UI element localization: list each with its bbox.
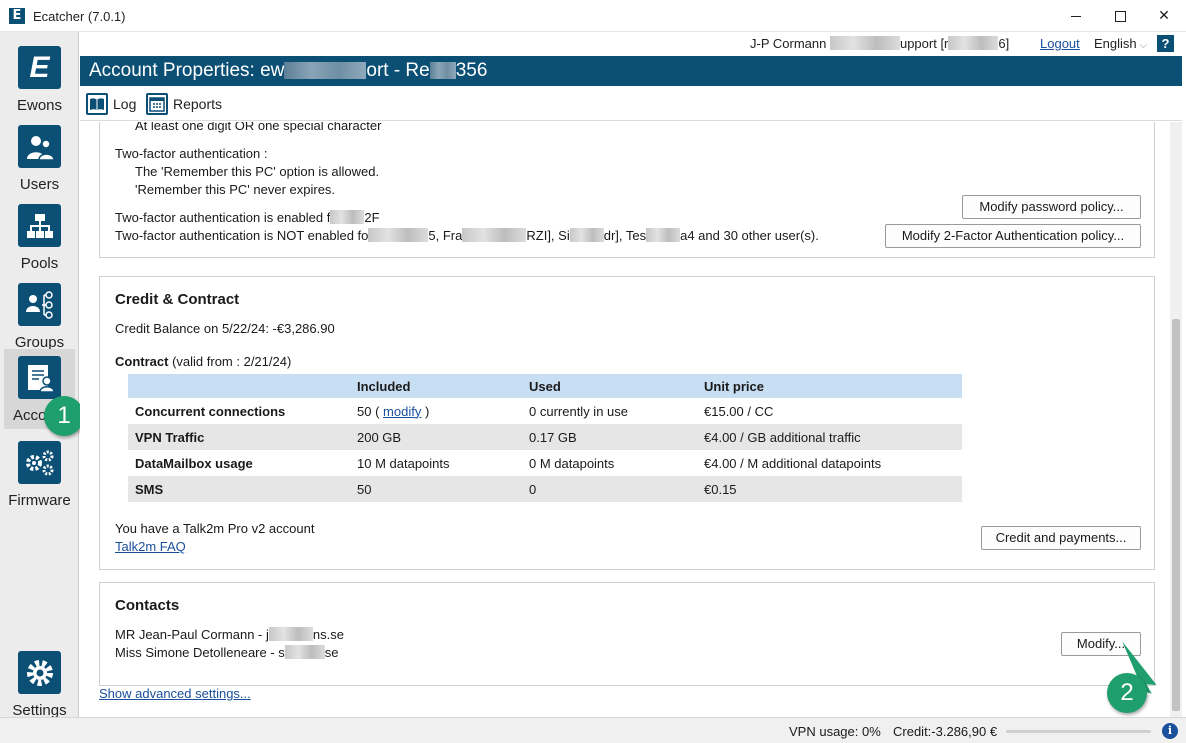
column-header: Included bbox=[350, 374, 522, 398]
close-button[interactable]: ✕ bbox=[1142, 0, 1186, 32]
page-title: Account Properties: ew ort - Re 356 bbox=[80, 56, 1182, 86]
redacted-text bbox=[330, 210, 365, 224]
book-icon bbox=[86, 93, 108, 115]
minimize-button[interactable] bbox=[1054, 0, 1098, 32]
callout-marker-1: 1 bbox=[44, 396, 84, 436]
status-bar: VPN usage: 0% Credit:-3.286,90 € i bbox=[0, 717, 1186, 743]
redacted-text bbox=[829, 36, 900, 50]
content-area: At least one digit OR one special charac… bbox=[80, 122, 1170, 717]
user-name: J-P Cormann upport [r 6] bbox=[750, 36, 1010, 51]
scrollbar-thumb[interactable] bbox=[1172, 319, 1180, 711]
tfa-enabled-users: Two-factor authentication is enabled f 2F bbox=[115, 210, 380, 225]
sidebar-item-firmware[interactable]: Firmware bbox=[4, 434, 75, 513]
redacted-text bbox=[948, 36, 999, 50]
redacted-text bbox=[569, 228, 604, 242]
credit-contract-panel: Credit & Contract Credit Balance on 5/22… bbox=[99, 276, 1155, 570]
contacts-title: Contacts bbox=[115, 597, 180, 614]
tfa-heading: Two-factor authentication : bbox=[115, 146, 268, 161]
sidebar: E Ewons Users Pools Groups Acco Firmware bbox=[0, 32, 79, 719]
contacts-panel: Contacts MR Jean-Paul Cormann - j ns.se M… bbox=[99, 582, 1155, 686]
ecatcher-logo-icon: E bbox=[9, 8, 25, 24]
credit-status: Credit:-3.286,90 € bbox=[893, 724, 998, 739]
credit-balance: Credit Balance on 5/22/24: -€3,286.90 bbox=[115, 321, 335, 336]
contract-heading: Contract (valid from : 2/21/24) bbox=[115, 354, 292, 369]
callout-marker-2: 2 bbox=[1107, 673, 1147, 713]
users-icon bbox=[18, 125, 61, 168]
sidebar-item-label: Users bbox=[19, 176, 60, 193]
contact-1: MR Jean-Paul Cormann - j ns.se bbox=[115, 627, 344, 642]
help-icon[interactable]: ? bbox=[1157, 35, 1174, 52]
logout-link[interactable]: Logout bbox=[1040, 36, 1080, 51]
redacted-text bbox=[284, 62, 367, 79]
sidebar-item-pools[interactable]: Pools bbox=[4, 197, 75, 276]
reports-button[interactable]: Reports bbox=[146, 92, 222, 116]
toolbar: Log Reports bbox=[80, 87, 1182, 121]
chevron-down-icon: ⌵ bbox=[1139, 40, 1148, 51]
title-bar: E Ecatcher (7.0.1) ✕ bbox=[0, 0, 1186, 32]
tfa-remember-allowed: The 'Remember this PC' option is allowed… bbox=[135, 164, 380, 179]
redacted-text bbox=[368, 228, 429, 242]
pools-icon bbox=[18, 204, 61, 247]
sidebar-item-groups[interactable]: Groups bbox=[4, 276, 75, 355]
table-row: Concurrent connections 50 ( modify ) 0 c… bbox=[135, 403, 774, 419]
window-title: Ecatcher (7.0.1) bbox=[33, 9, 126, 24]
redacted-text bbox=[284, 645, 325, 659]
redacted-text bbox=[429, 62, 456, 79]
account-icon bbox=[18, 356, 61, 399]
sidebar-item-ewons[interactable]: E Ewons bbox=[4, 39, 75, 118]
contact-2: Miss Simone Detolleneare - s se bbox=[115, 645, 339, 660]
tfa-not-enabled-users: Two-factor authentication is NOT enabled… bbox=[115, 228, 819, 243]
sidebar-item-label: Firmware bbox=[8, 492, 71, 509]
progress-bar bbox=[1006, 730, 1151, 733]
modify-connections-link[interactable]: modify bbox=[383, 404, 421, 419]
tfa-remember-expiry: 'Remember this PC' never expires. bbox=[135, 182, 336, 197]
credit-contract-title: Credit & Contract bbox=[115, 291, 240, 308]
table-row: SMS 50 0 €0.15 bbox=[128, 476, 962, 502]
credit-payments-button[interactable]: Credit and payments... bbox=[981, 526, 1141, 550]
user-bar: J-P Cormann upport [r 6] Logout English ⌵ … bbox=[80, 32, 1186, 55]
password-policy-panel: At least one digit OR one special charac… bbox=[99, 122, 1155, 258]
sidebar-item-label: Pools bbox=[20, 255, 59, 272]
vertical-scrollbar[interactable] bbox=[1170, 122, 1182, 717]
sidebar-item-label: Ewons bbox=[16, 97, 63, 114]
column-header: Unit price bbox=[697, 374, 962, 398]
redacted-text bbox=[268, 627, 313, 641]
show-advanced-settings-link[interactable]: Show advanced settings... bbox=[99, 686, 251, 701]
table-row: VPN Traffic 200 GB 0.17 GB €4.00 / GB ad… bbox=[128, 424, 962, 450]
vpn-usage-status: VPN usage: 0% bbox=[789, 724, 881, 739]
sidebar-item-users[interactable]: Users bbox=[4, 118, 75, 197]
ewon-logo-icon: E bbox=[18, 46, 61, 89]
password-digit-rule: At least one digit OR one special charac… bbox=[135, 122, 382, 133]
log-button[interactable]: Log bbox=[86, 92, 136, 116]
calendar-icon bbox=[146, 93, 168, 115]
column-header: Used bbox=[522, 374, 697, 398]
language-select[interactable]: English ⌵ bbox=[1094, 36, 1147, 51]
groups-icon bbox=[18, 283, 61, 326]
redacted-text bbox=[646, 228, 681, 242]
modify-tfa-policy-button[interactable]: Modify 2-Factor Authentication policy... bbox=[885, 224, 1141, 248]
table-header-row: Included Used Unit price bbox=[128, 374, 962, 398]
sidebar-item-settings[interactable]: Settings bbox=[4, 644, 75, 723]
redacted-text bbox=[462, 228, 527, 242]
info-icon[interactable]: i bbox=[1162, 723, 1178, 739]
modify-password-policy-button[interactable]: Modify password policy... bbox=[962, 195, 1141, 219]
account-type: You have a Talk2m Pro v2 account bbox=[115, 521, 315, 536]
table-row: DataMailbox usage 10 M datapoints 0 M da… bbox=[135, 455, 882, 471]
settings-icon bbox=[18, 651, 61, 694]
maximize-button[interactable] bbox=[1098, 0, 1142, 32]
firmware-icon bbox=[18, 441, 61, 484]
contract-table: Included Used Unit price Concurrent conn… bbox=[128, 374, 962, 502]
talk2m-faq-link[interactable]: Talk2m FAQ bbox=[115, 539, 186, 554]
column-header bbox=[128, 374, 350, 398]
